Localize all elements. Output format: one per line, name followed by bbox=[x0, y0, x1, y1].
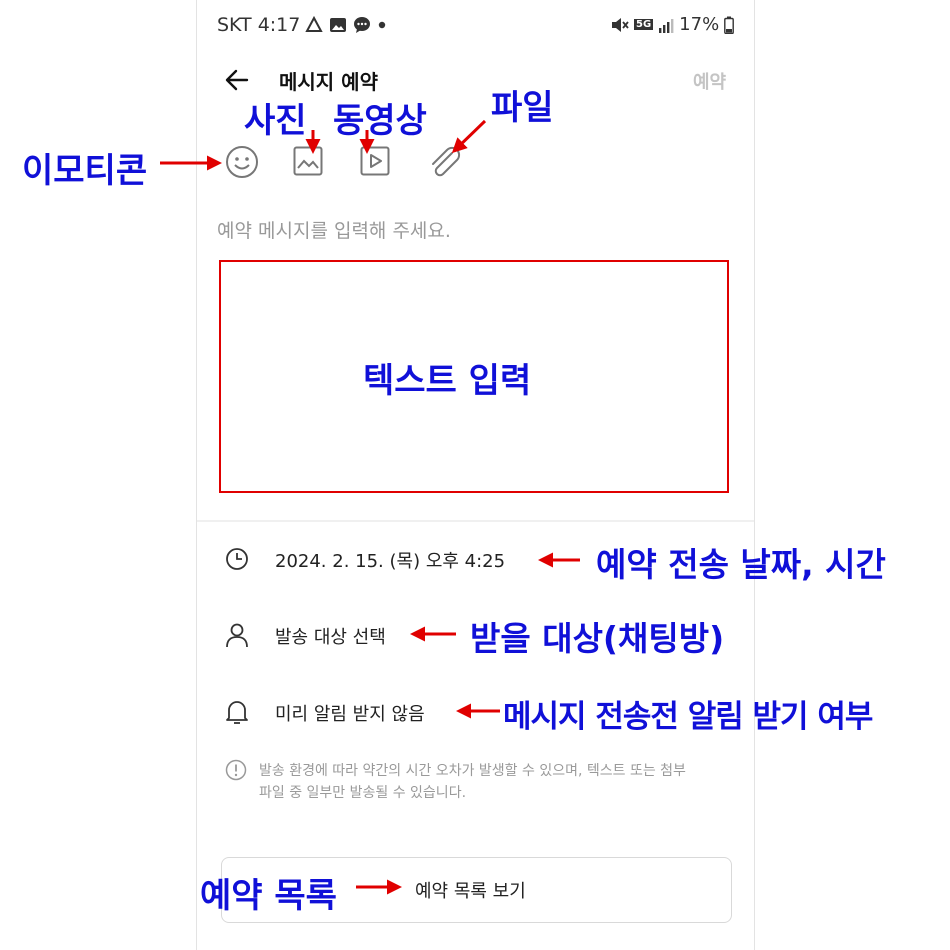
annotation-file: 파일 bbox=[491, 88, 554, 128]
annotation-notification: 메시지 전송전 알림 받기 여부 bbox=[503, 699, 873, 735]
annotation-list: 예약 목록 bbox=[200, 876, 337, 916]
annotation-recipient: 받을 대상(채팅방) bbox=[470, 619, 725, 658]
annotation-text-input: 텍스트 입력 bbox=[363, 361, 532, 401]
annotation-video: 동영상 bbox=[333, 101, 427, 141]
annotation-emoticon: 이모티콘 bbox=[22, 151, 148, 191]
annotation-photo: 사진 bbox=[244, 101, 307, 141]
annotation-datetime: 예약 전송 날짜, 시간 bbox=[596, 545, 886, 584]
file-arrow bbox=[451, 119, 487, 154]
